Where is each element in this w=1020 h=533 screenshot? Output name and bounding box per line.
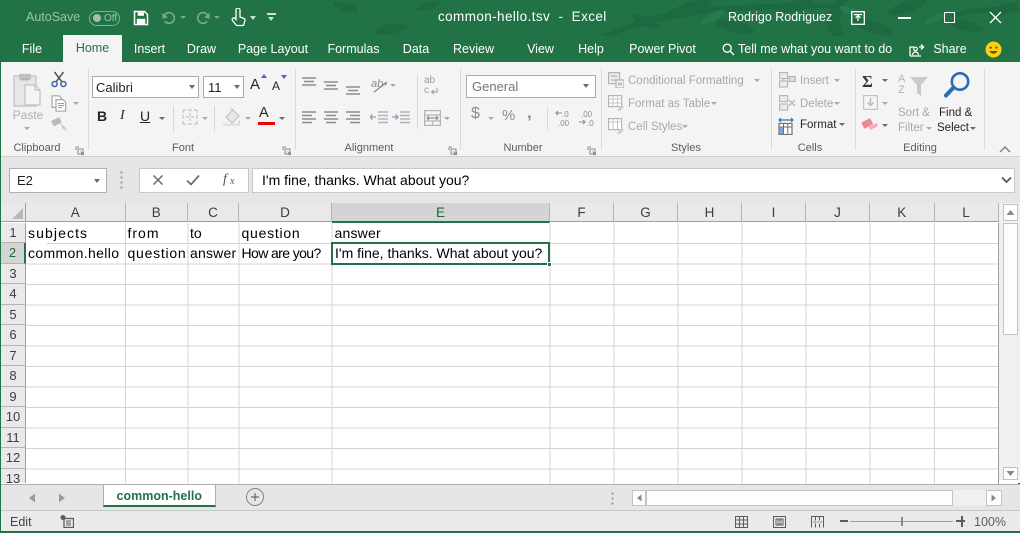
svg-text:.00: .00 <box>581 110 593 119</box>
svg-text:.0: .0 <box>562 110 569 119</box>
svg-text:c: c <box>424 85 429 96</box>
svg-text:.0: .0 <box>587 119 594 127</box>
svg-text:.00: .00 <box>558 119 570 127</box>
svg-text:ab: ab <box>371 78 383 90</box>
